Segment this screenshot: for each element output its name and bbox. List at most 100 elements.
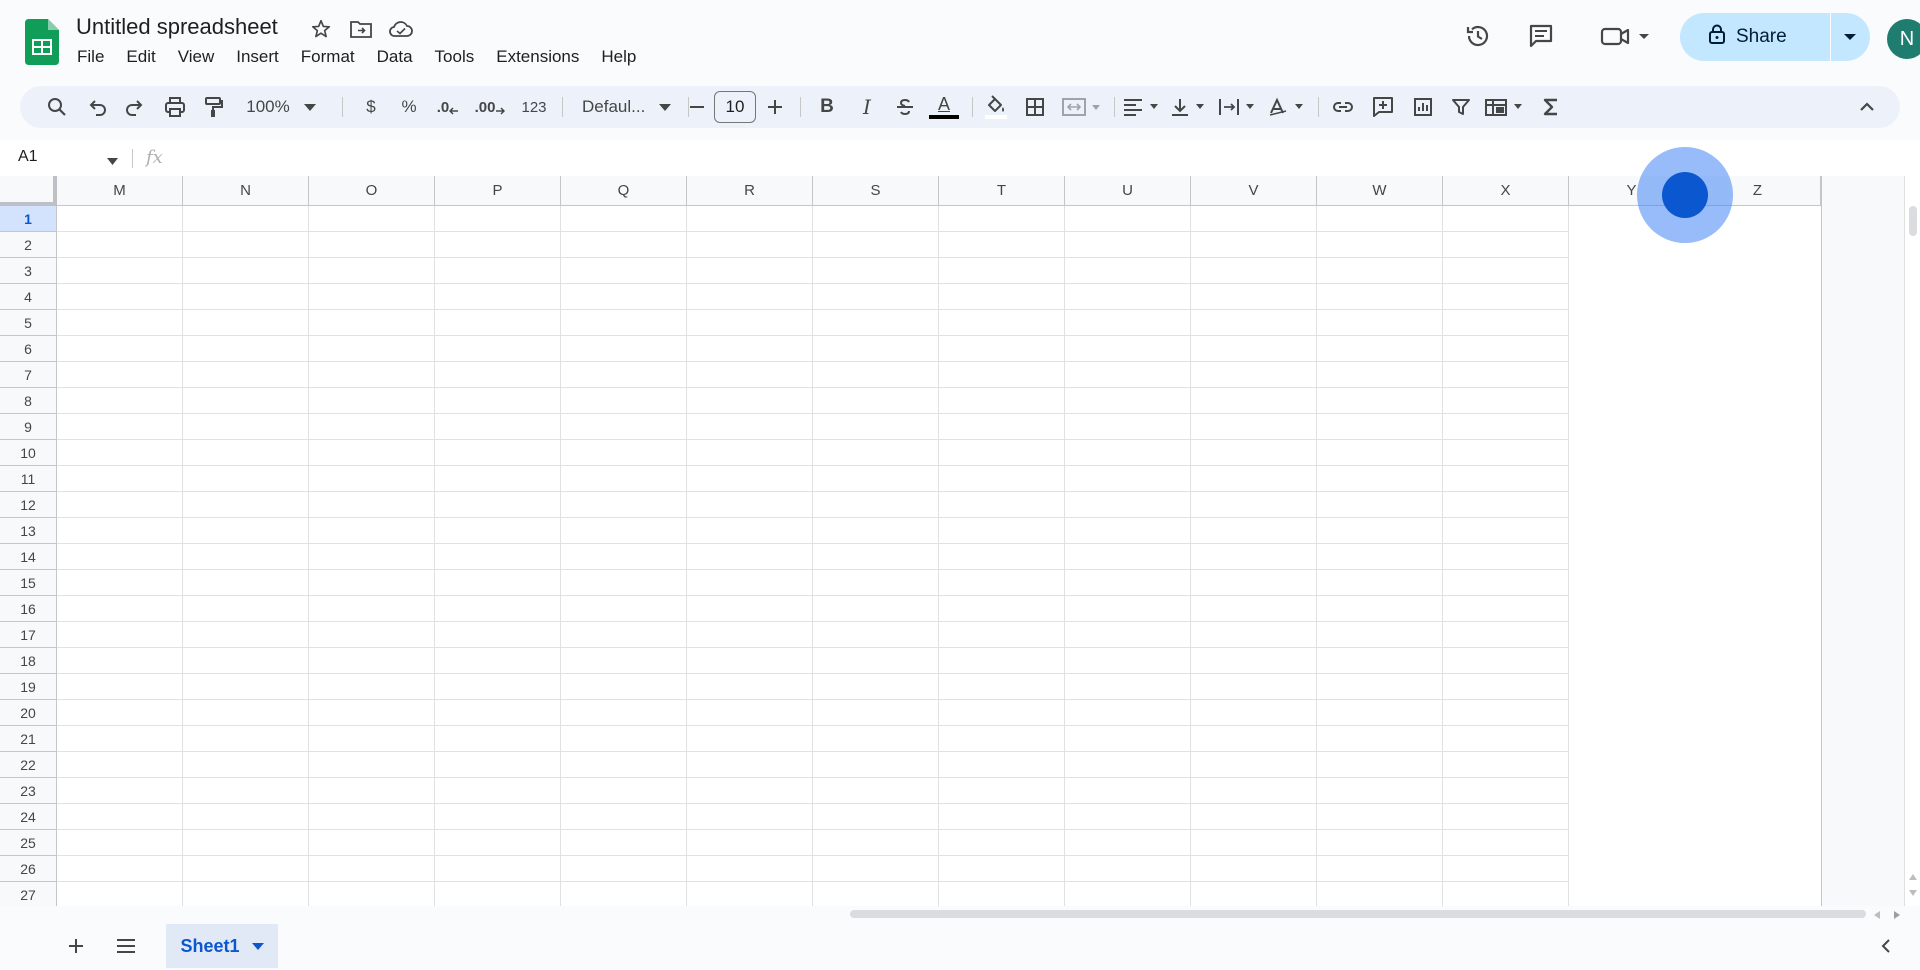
search-menus-icon[interactable] <box>40 91 74 123</box>
insert-comment-icon[interactable] <box>1366 91 1400 123</box>
undo-icon[interactable] <box>80 91 114 123</box>
row-header[interactable]: 20 <box>0 700 57 726</box>
menu-view[interactable]: View <box>167 46 226 70</box>
menu-file[interactable]: File <box>66 46 115 70</box>
comments-icon[interactable] <box>1523 18 1559 54</box>
text-color-button[interactable]: A <box>924 91 964 123</box>
collapse-toolbar-icon[interactable] <box>1850 91 1884 123</box>
text-rotation-icon[interactable] <box>1266 91 1312 123</box>
filter-views-icon[interactable] <box>1482 91 1530 123</box>
row-header[interactable]: 15 <box>0 570 57 596</box>
strikethrough-icon[interactable] <box>888 91 922 123</box>
horizontal-scroll-thumb[interactable] <box>850 910 1866 918</box>
menu-format[interactable]: Format <box>290 46 366 70</box>
row-header[interactable]: 5 <box>0 310 57 336</box>
column-header[interactable]: R <box>687 176 813 206</box>
bold-button[interactable]: B <box>810 91 844 123</box>
insert-link-icon[interactable] <box>1326 91 1360 123</box>
decrease-decimal-button[interactable]: .0 <box>430 91 466 123</box>
row-header[interactable]: 10 <box>0 440 57 466</box>
meet-video-icon[interactable] <box>1596 18 1656 54</box>
scroll-down-icon[interactable] <box>1909 890 1917 896</box>
merge-cells-icon[interactable] <box>1056 91 1108 123</box>
chevron-down-icon[interactable] <box>107 152 118 170</box>
column-header[interactable]: P <box>435 176 561 206</box>
all-sheets-menu-icon[interactable] <box>110 930 142 962</box>
column-header[interactable]: O <box>309 176 435 206</box>
sheet-tab[interactable]: Sheet1 <box>166 924 278 968</box>
cloud-saved-icon[interactable] <box>388 16 414 42</box>
vertical-scroll-thumb[interactable] <box>1909 206 1917 236</box>
name-box[interactable]: A1 <box>18 148 38 166</box>
vertical-scrollbar[interactable] <box>1904 176 1920 906</box>
column-header[interactable]: U <box>1065 176 1191 206</box>
horizontal-align-icon[interactable] <box>1120 91 1164 123</box>
row-header[interactable]: 25 <box>0 830 57 856</box>
row-header[interactable]: 8 <box>0 388 57 414</box>
vertical-align-icon[interactable] <box>1168 91 1212 123</box>
cell-area[interactable] <box>57 206 1569 906</box>
paint-format-icon[interactable] <box>196 91 230 123</box>
column-header[interactable]: X <box>1443 176 1569 206</box>
row-header[interactable]: 19 <box>0 674 57 700</box>
column-header[interactable]: V <box>1191 176 1317 206</box>
column-header[interactable]: N <box>183 176 309 206</box>
filter-icon[interactable] <box>1444 91 1478 123</box>
format-currency-button[interactable]: $ <box>356 91 386 123</box>
column-header[interactable]: S <box>813 176 939 206</box>
row-header[interactable]: 7 <box>0 362 57 388</box>
row-header[interactable]: 16 <box>0 596 57 622</box>
increase-decimal-button[interactable]: .00 <box>470 91 510 123</box>
share-button[interactable]: Share <box>1680 13 1830 61</box>
text-wrapping-icon[interactable] <box>1216 91 1262 123</box>
row-header[interactable]: 4 <box>0 284 57 310</box>
scroll-right-icon[interactable] <box>1894 911 1900 919</box>
row-header[interactable]: 24 <box>0 804 57 830</box>
zoom-select[interactable]: 100% <box>238 91 324 123</box>
share-dropdown-button[interactable] <box>1831 13 1869 61</box>
row-header[interactable]: 17 <box>0 622 57 648</box>
borders-icon[interactable] <box>1018 91 1052 123</box>
row-header[interactable]: 26 <box>0 856 57 882</box>
star-icon[interactable] <box>308 16 334 42</box>
format-percent-button[interactable]: % <box>394 91 424 123</box>
row-header[interactable]: 27 <box>0 882 57 906</box>
avatar[interactable]: N <box>1887 19 1920 59</box>
row-header[interactable]: 12 <box>0 492 57 518</box>
row-header[interactable]: 11 <box>0 466 57 492</box>
horizontal-scrollbar[interactable] <box>0 906 1920 922</box>
print-icon[interactable] <box>158 91 192 123</box>
menu-insert[interactable]: Insert <box>225 46 290 70</box>
column-header[interactable]: T <box>939 176 1065 206</box>
column-header[interactable]: M <box>57 176 183 206</box>
version-history-icon[interactable] <box>1460 18 1496 54</box>
row-header[interactable]: 22 <box>0 752 57 778</box>
menu-data[interactable]: Data <box>366 46 424 70</box>
menu-edit[interactable]: Edit <box>115 46 166 70</box>
menu-tools[interactable]: Tools <box>424 46 486 70</box>
redo-icon[interactable] <box>118 91 152 123</box>
column-header[interactable]: W <box>1317 176 1443 206</box>
increase-font-size-button[interactable] <box>760 91 790 123</box>
move-to-folder-icon[interactable] <box>348 16 374 42</box>
row-header[interactable]: 9 <box>0 414 57 440</box>
collapse-side-panel-icon[interactable] <box>1870 930 1902 962</box>
functions-icon[interactable] <box>1534 91 1568 123</box>
row-header[interactable]: 13 <box>0 518 57 544</box>
row-header[interactable]: 18 <box>0 648 57 674</box>
chevron-down-icon[interactable] <box>251 942 264 950</box>
scroll-left-icon[interactable] <box>1874 911 1880 919</box>
column-header[interactable]: Q <box>561 176 687 206</box>
italic-button[interactable]: I <box>850 91 884 123</box>
row-header[interactable]: 6 <box>0 336 57 362</box>
decrease-font-size-button[interactable] <box>682 91 712 123</box>
add-sheet-icon[interactable] <box>60 930 92 962</box>
select-all-corner[interactable] <box>0 176 57 206</box>
font-family-select[interactable]: Defaul... <box>572 91 682 123</box>
font-size-input[interactable]: 10 <box>714 91 756 123</box>
row-header[interactable]: 21 <box>0 726 57 752</box>
row-header[interactable]: 3 <box>0 258 57 284</box>
menu-help[interactable]: Help <box>590 46 647 70</box>
insert-chart-icon[interactable] <box>1406 91 1440 123</box>
document-title[interactable]: Untitled spreadsheet <box>76 14 278 40</box>
